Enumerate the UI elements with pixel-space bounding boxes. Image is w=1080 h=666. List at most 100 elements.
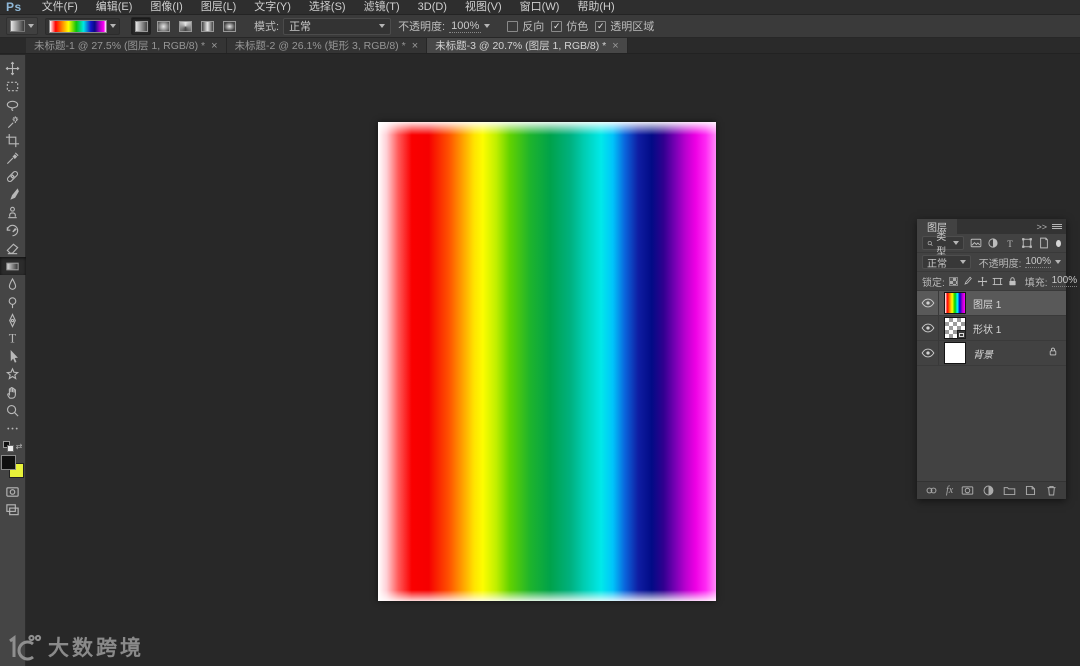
layer-name[interactable]: 背景 [973,346,993,361]
adjustment-layer-icon[interactable] [982,484,995,497]
layer-filter-select[interactable]: 类型 [922,232,965,258]
dither-checkbox[interactable] [551,20,563,32]
opacity-field[interactable]: 100% [449,20,491,33]
blur-tool[interactable] [0,275,26,293]
visibility-toggle[interactable] [917,316,939,340]
layer-filter-row: 类型 T [917,232,1066,258]
menu-image[interactable]: 图像(I) [141,0,191,15]
filter-toggle-icon[interactable] [1056,239,1061,247]
linear-gradient-button[interactable] [131,17,151,35]
add-layer-mask-icon[interactable] [961,484,974,497]
document-canvas[interactable] [378,122,716,601]
blend-mode-select[interactable]: 正常 [283,17,392,35]
menu-help[interactable]: 帮助(H) [568,0,623,15]
custom-shape-tool[interactable] [0,365,26,383]
layer-blend-mode-select[interactable]: 正常 [922,255,971,270]
default-colors-icon[interactable] [2,441,14,452]
quick-mask-button[interactable] [0,482,26,500]
gradient-type-buttons [131,17,239,35]
gradient-preview-picker[interactable] [45,17,120,35]
more-tools-button[interactable] [0,419,26,437]
screen-mode-button[interactable] [0,500,26,518]
document-tab-3[interactable]: 未标题-3 @ 20.7% (图层 1, RGB/8) * × [427,38,628,53]
filter-adjustment-layers-icon[interactable] [987,237,999,249]
angle-gradient-icon [178,20,192,32]
close-icon[interactable]: × [211,40,217,52]
move-tool[interactable] [0,59,26,77]
layer-opacity-value[interactable]: 100% [1025,256,1051,268]
lock-image-pixels-icon[interactable] [962,276,973,287]
layer-thumbnail[interactable] [944,317,966,339]
foreground-color-swatch[interactable] [1,455,16,470]
angle-gradient-button[interactable] [175,17,195,35]
filter-pixel-layers-icon[interactable] [970,237,982,249]
menu-filter[interactable]: 滤镜(T) [355,0,409,15]
collapse-panel-icon[interactable]: >> [1036,222,1047,232]
menu-type[interactable]: 文字(Y) [245,0,300,15]
close-icon[interactable]: × [612,40,618,52]
magic-wand-tool[interactable] [0,113,26,131]
link-layers-icon[interactable] [925,484,938,497]
lock-artboard-icon[interactable] [992,276,1003,287]
layer-row-1[interactable]: 图层 1 [917,291,1066,316]
gradient-tool[interactable] [0,257,26,275]
history-brush-tool[interactable] [0,221,26,239]
delete-layer-trash-icon[interactable] [1045,484,1058,497]
layer-row-3[interactable]: 背景 [917,341,1066,366]
lock-transparent-pixels-icon[interactable] [948,276,958,286]
dodge-tool[interactable] [0,293,26,311]
menu-view[interactable]: 视图(V) [456,0,511,15]
layer-name[interactable]: 图层 1 [973,296,1001,311]
layer-name[interactable]: 形状 1 [973,321,1001,336]
pen-tool[interactable] [0,311,26,329]
document-tab-2[interactable]: 未标题-2 @ 26.1% (矩形 3, RGB/8) * × [226,38,428,53]
layer-row-2[interactable]: 形状 1 [917,316,1066,341]
path-selection-tool[interactable] [0,347,26,365]
transparency-checkbox[interactable] [595,20,607,32]
chevron-down-icon [953,241,960,245]
fill-value[interactable]: 100% [1051,275,1078,287]
close-icon[interactable]: × [412,40,418,52]
crop-tool[interactable] [0,131,26,149]
menu-layer[interactable]: 图层(L) [192,0,245,15]
layer-thumbnail[interactable] [944,342,966,364]
hand-tool[interactable] [0,383,26,401]
eyedropper-tool[interactable] [0,149,26,167]
new-group-folder-icon[interactable] [1003,484,1016,497]
swap-colors-icon[interactable]: ⇄ [16,442,23,451]
brush-tool[interactable] [0,185,26,203]
new-layer-icon[interactable] [1024,484,1037,497]
type-tool[interactable]: T [0,329,26,347]
layers-panel-bottom-bar: fx [917,481,1066,499]
clone-stamp-tool[interactable] [0,203,26,221]
layer-thumbnail[interactable] [944,292,966,314]
eraser-tool[interactable] [0,239,26,257]
visibility-toggle[interactable] [917,341,939,365]
menu-3d[interactable]: 3D(D) [409,0,456,15]
lasso-tool[interactable] [0,95,26,113]
lock-all-icon[interactable] [1007,276,1018,287]
reverse-checkbox[interactable] [507,20,519,32]
menu-window[interactable]: 窗口(W) [511,0,569,15]
document-tab-1[interactable]: 未标题-1 @ 27.5% (图层 1, RGB/8) * × [26,38,227,53]
shape-layer-badge-icon [957,330,966,339]
radial-gradient-button[interactable] [153,17,173,35]
lock-position-icon[interactable] [977,276,988,287]
menu-select[interactable]: 选择(S) [300,0,355,15]
zoom-tool[interactable] [0,401,26,419]
filter-type-layers-icon[interactable]: T [1004,237,1016,249]
layer-style-icon[interactable]: fx [946,485,953,496]
reflected-gradient-button[interactable] [197,17,217,35]
tool-preset-picker[interactable] [6,17,38,35]
menu-file[interactable]: 文件(F) [33,0,87,15]
diamond-gradient-button[interactable] [219,17,239,35]
filter-shape-layers-icon[interactable] [1021,237,1033,249]
filter-smart-objects-icon[interactable] [1038,237,1050,249]
opacity-label: 不透明度: [398,21,446,33]
menu-edit[interactable]: 编辑(E) [87,0,142,15]
panel-menu-icon[interactable] [1052,224,1062,229]
rectangular-marquee-tool[interactable] [0,77,26,95]
spot-healing-brush-tool[interactable] [0,167,26,185]
visibility-toggle[interactable] [917,291,939,315]
document-tab-bar: 未标题-1 @ 27.5% (图层 1, RGB/8) * × 未标题-2 @ … [0,38,1080,54]
